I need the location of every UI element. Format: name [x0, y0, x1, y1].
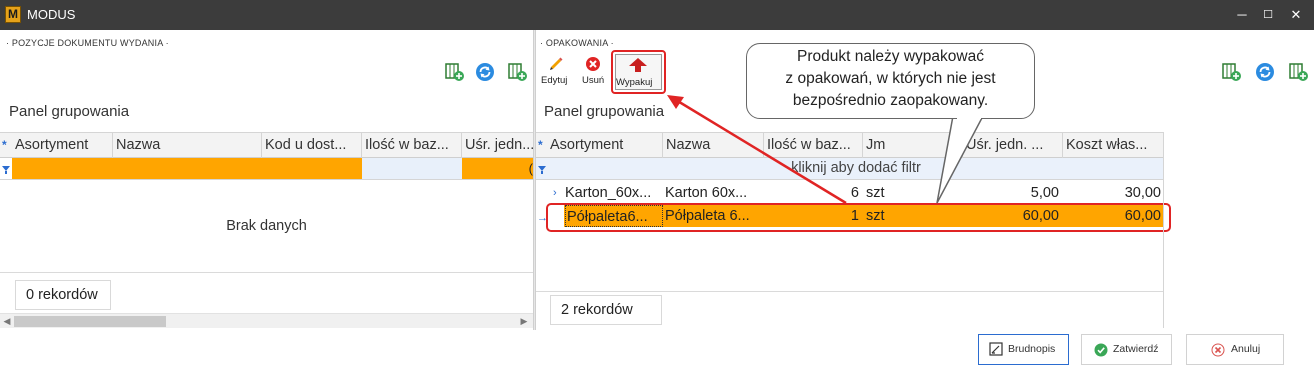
draft-button[interactable]: Brudnopis [978, 334, 1069, 365]
draft-label: Brudnopis [1008, 343, 1056, 355]
annotation-arrow [667, 95, 985, 205]
confirm-button[interactable]: Zatwierdź [1081, 334, 1172, 365]
cancel-button[interactable]: Anuluj [1186, 334, 1284, 365]
cancel-icon [1211, 343, 1225, 357]
draft-icon [989, 342, 1003, 356]
callout-bubble: Produkt należy wypakować z opakowań, w k… [746, 43, 1035, 119]
check-icon [1094, 343, 1108, 357]
cancel-label: Anuluj [1231, 343, 1261, 355]
confirm-label: Zatwierdź [1113, 343, 1159, 355]
callout-line: z opakowań, w których nie jest [785, 70, 996, 87]
callout-line: Produkt należy wypakować [797, 48, 984, 65]
callout-line: bezpośrednio zaopakowany. [792, 92, 989, 109]
